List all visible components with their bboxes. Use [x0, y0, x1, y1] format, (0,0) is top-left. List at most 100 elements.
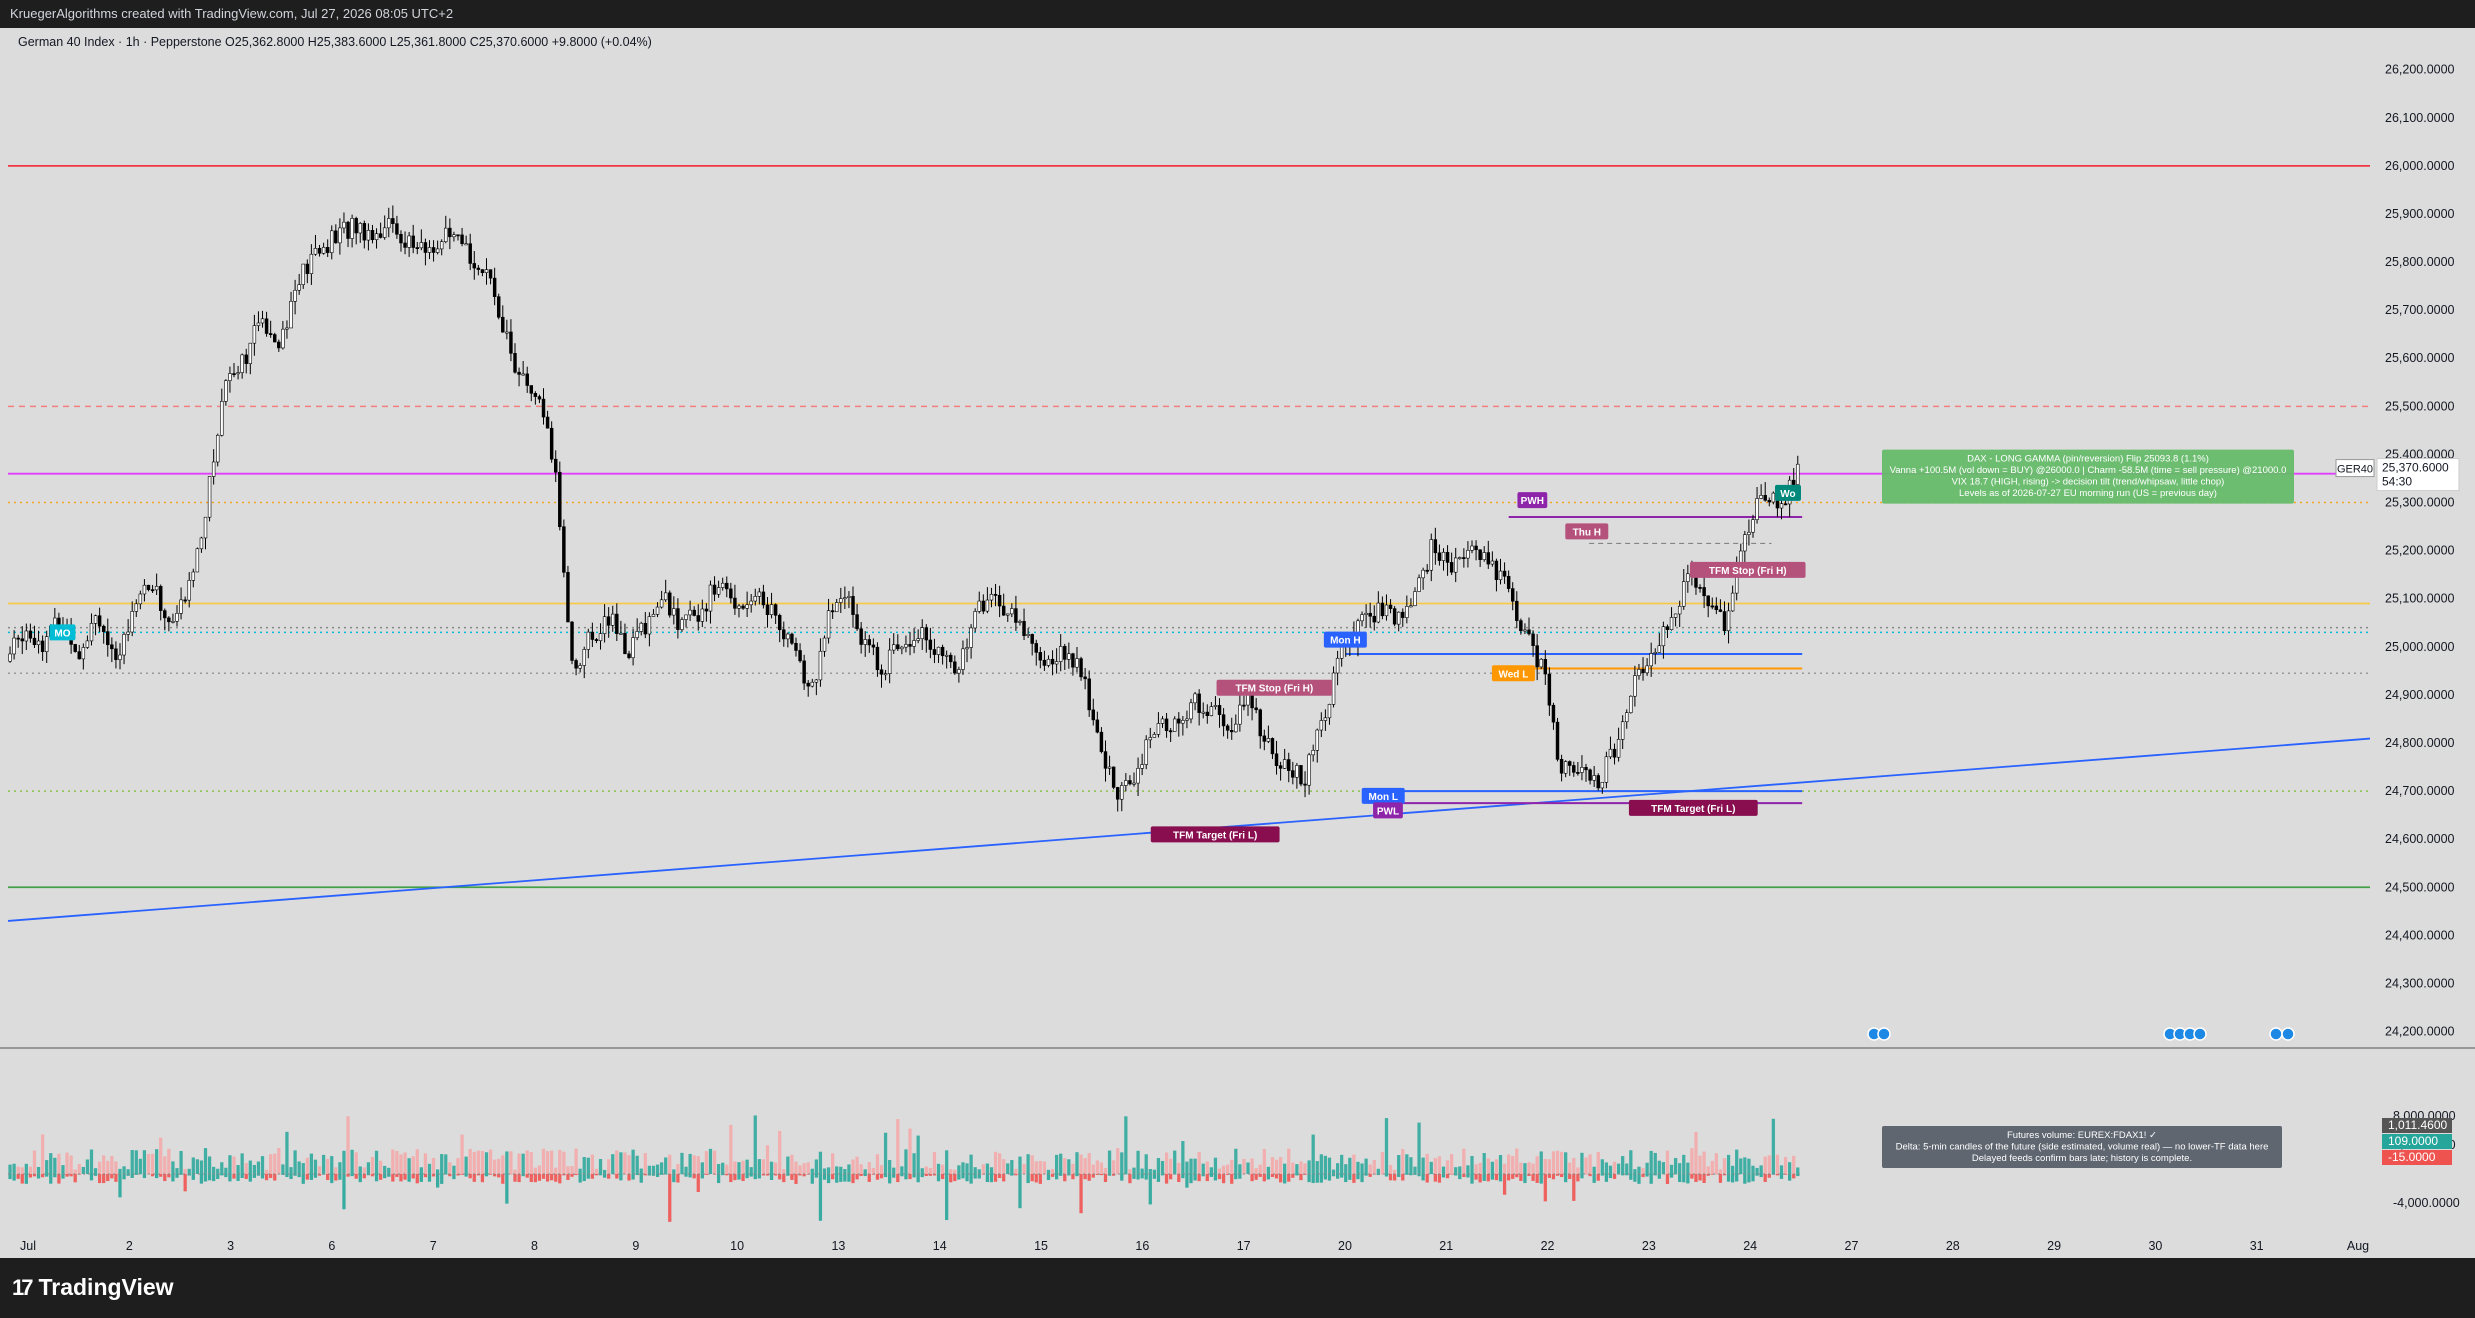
delta-bar	[545, 1174, 550, 1182]
volume-bar	[20, 1167, 24, 1174]
time-tick-label: 23	[1642, 1239, 1656, 1253]
candle-body	[476, 267, 481, 270]
volume-bar	[244, 1162, 248, 1174]
volume-bar	[684, 1166, 688, 1174]
delta-bar	[134, 1174, 138, 1175]
candle-body	[1555, 721, 1560, 760]
volume-layer: Futures volume: EUREX:FDAX1! ✓Delta: 5-m…	[8, 1115, 2282, 1222]
delta-bar	[1348, 1174, 1352, 1180]
volume-bar	[224, 1167, 228, 1174]
delta-bar	[1767, 1174, 1771, 1178]
candle-body	[1221, 714, 1226, 727]
volume-bar	[953, 1169, 957, 1174]
volume-bar	[863, 1169, 867, 1174]
candle-body	[399, 233, 403, 244]
candle-body	[1568, 761, 1572, 766]
candle-body	[1339, 646, 1344, 659]
symbol-tag-text: GER40	[2337, 464, 2373, 476]
candle-body	[273, 334, 277, 343]
volume-bar	[1046, 1169, 1051, 1174]
candle-body	[1067, 653, 1071, 660]
tradingview-logo[interactable]: 17 TradingView	[12, 1274, 174, 1301]
delta-bar	[810, 1174, 814, 1184]
candle-body	[1307, 754, 1311, 786]
volume-bar	[1026, 1154, 1030, 1174]
candle-body	[1075, 658, 1079, 668]
volume-bar	[1706, 1166, 1710, 1174]
volume-bar	[45, 1160, 49, 1174]
delta-bar	[716, 1174, 721, 1184]
volume-bar	[106, 1160, 110, 1174]
volume-bar	[493, 1159, 497, 1174]
volume-bar	[517, 1153, 521, 1174]
delta-bar	[1551, 1174, 1556, 1180]
volume-bar	[236, 1165, 240, 1174]
candle-body	[1677, 605, 1682, 615]
candle-body	[301, 263, 305, 285]
delta-bar	[1678, 1174, 1682, 1183]
candle-body	[696, 615, 700, 622]
delta-bar	[342, 1174, 346, 1210]
candle-body	[1079, 658, 1083, 678]
volume-bar	[1523, 1163, 1527, 1174]
volume-bar	[159, 1137, 163, 1174]
candle-body	[892, 644, 896, 651]
delta-bar	[1458, 1174, 1462, 1180]
chart-frame[interactable]: MO TFM Stop (Fri H) TFM Target (Fri L) Mon …	[0, 28, 2475, 1258]
volume-bar	[912, 1153, 916, 1174]
price-tick-label: 25,800.0000	[2385, 255, 2455, 269]
candle-body	[936, 646, 941, 655]
delta-bar	[407, 1174, 411, 1182]
candle-body	[81, 647, 86, 660]
candle-body	[1433, 539, 1438, 554]
candle-body	[1152, 734, 1157, 738]
volume-bar	[1547, 1159, 1552, 1174]
candle-body	[163, 610, 167, 619]
candle-body	[1034, 643, 1038, 653]
volume-bar	[757, 1159, 761, 1174]
delta-bar	[301, 1174, 305, 1184]
volume-bar	[1291, 1162, 1295, 1174]
delta-bar	[1103, 1174, 1108, 1183]
volume-bar	[729, 1124, 733, 1174]
candle-body	[183, 599, 187, 602]
delta-bar	[1311, 1174, 1315, 1184]
delta-bar	[550, 1174, 554, 1181]
candle-body	[1730, 592, 1735, 612]
volume-bar	[1678, 1163, 1682, 1174]
levels-layer	[7, 164, 2376, 922]
price-chart[interactable]: MO TFM Stop (Fri H) TFM Target (Fri L) Mon …	[0, 28, 2475, 1258]
delta-bar	[338, 1174, 342, 1180]
candle-body	[1030, 634, 1034, 644]
volume-bar	[1445, 1160, 1450, 1174]
delta-bar	[118, 1174, 122, 1198]
time-tick-label: 9	[632, 1239, 639, 1253]
volume-bar	[1661, 1162, 1666, 1174]
time-tick-label: 27	[1845, 1239, 1859, 1253]
volume-bar	[203, 1148, 208, 1174]
volume-bar	[436, 1169, 440, 1174]
volume-bar	[1588, 1154, 1592, 1174]
volume-bar	[1193, 1158, 1197, 1174]
volume-bar	[1751, 1165, 1755, 1174]
candle-body	[924, 627, 929, 641]
delta-bar	[1384, 1174, 1389, 1177]
time-tick-label: 20	[1338, 1239, 1352, 1253]
volume-bar	[509, 1151, 513, 1174]
volume-bar	[391, 1149, 395, 1174]
delta-bar	[1120, 1174, 1124, 1181]
delta-bar	[1388, 1174, 1393, 1181]
delta-bar	[912, 1174, 916, 1178]
candle-body	[1063, 646, 1067, 660]
delta-bar	[582, 1174, 586, 1182]
candle-body	[545, 416, 550, 429]
delta-bar	[1543, 1174, 1547, 1202]
delta-bar	[1470, 1174, 1474, 1184]
delta-bar	[248, 1174, 252, 1182]
volume-bar	[700, 1162, 704, 1174]
candle-body	[366, 230, 371, 241]
delta-bar	[391, 1174, 395, 1182]
candle-body	[859, 628, 863, 645]
candle-body	[558, 471, 562, 528]
candle-body	[1364, 612, 1368, 615]
